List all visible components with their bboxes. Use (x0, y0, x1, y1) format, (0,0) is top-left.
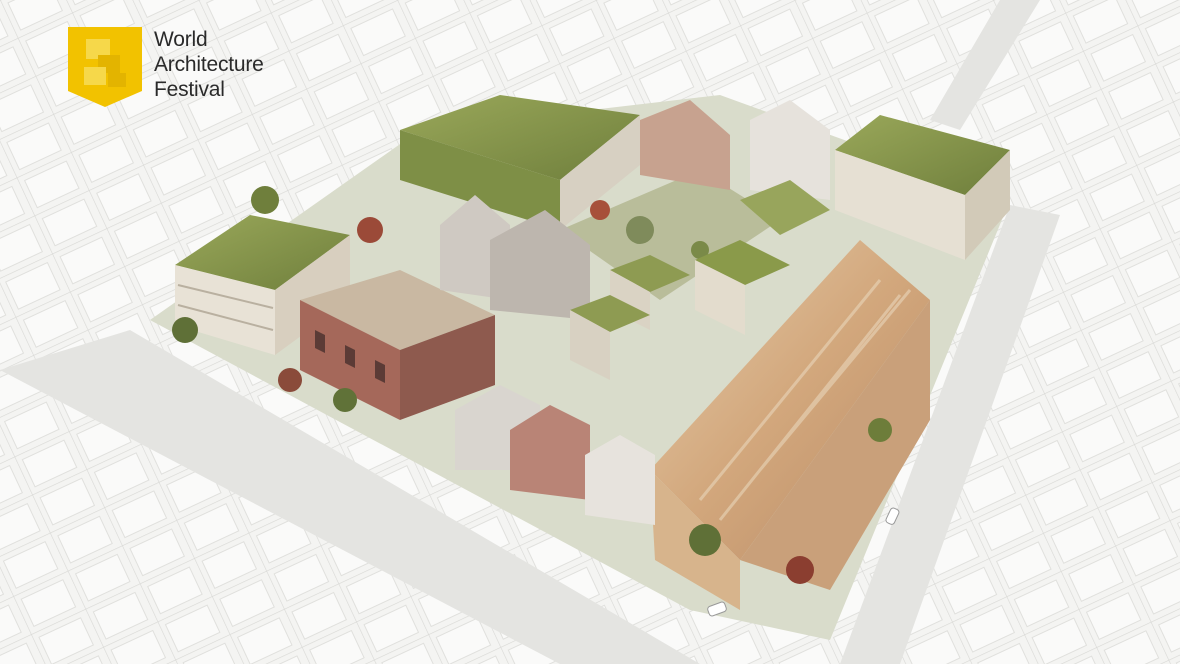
logo-line-world: World (154, 28, 208, 51)
world-architecture-festival-logo: World Architecture Festival (68, 27, 328, 107)
logo-mark-icon (68, 27, 142, 107)
logo-wordmark: World Architecture Festival (154, 27, 264, 102)
logo-line-festival: Festival (154, 78, 225, 101)
logo-line-architecture: Architecture (154, 53, 264, 76)
